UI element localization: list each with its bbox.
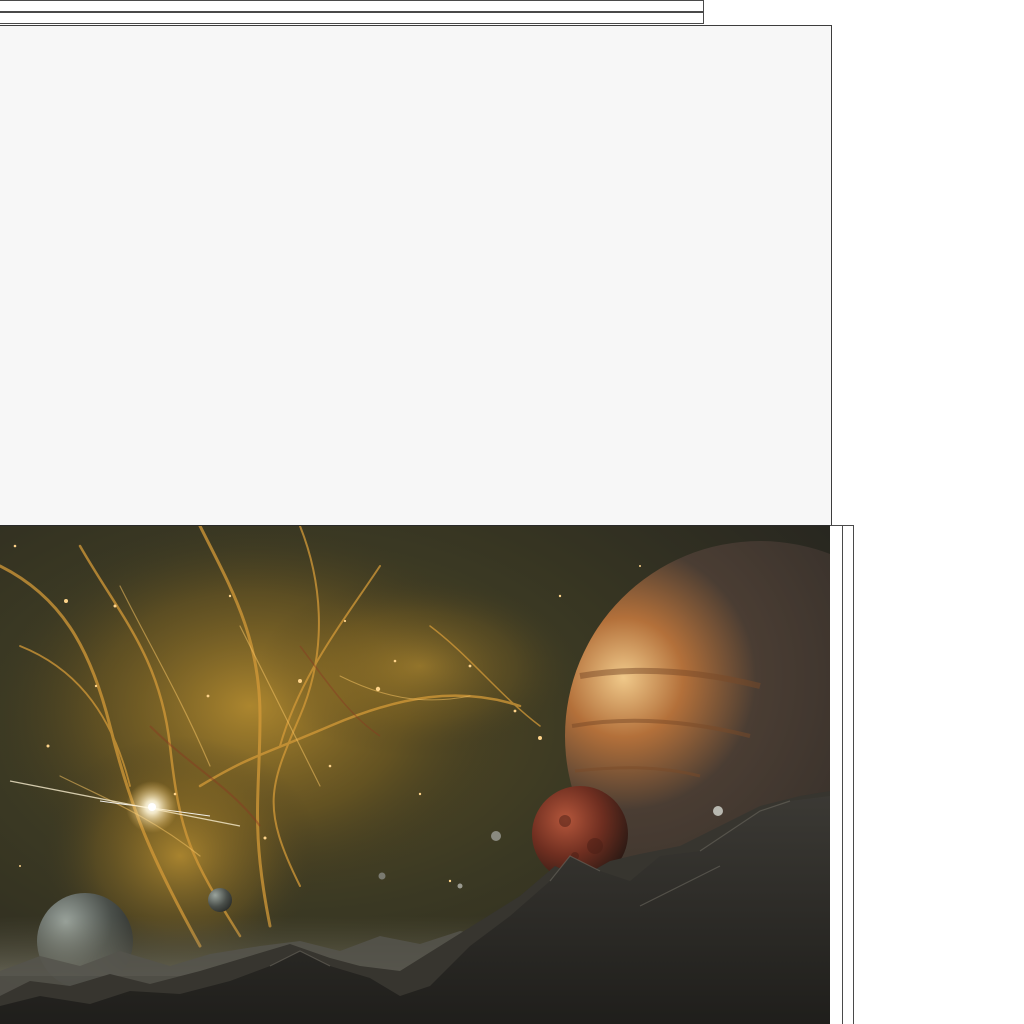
space-landscape-image (0, 525, 830, 1024)
blank-panel (0, 25, 832, 526)
space-scene-svg (0, 526, 830, 1024)
stacked-sheet-edge (0, 0, 704, 12)
page-edge (842, 525, 854, 1024)
page-edge (830, 525, 843, 1024)
page (0, 0, 1024, 1024)
stacked-sheet-edge (0, 12, 704, 24)
